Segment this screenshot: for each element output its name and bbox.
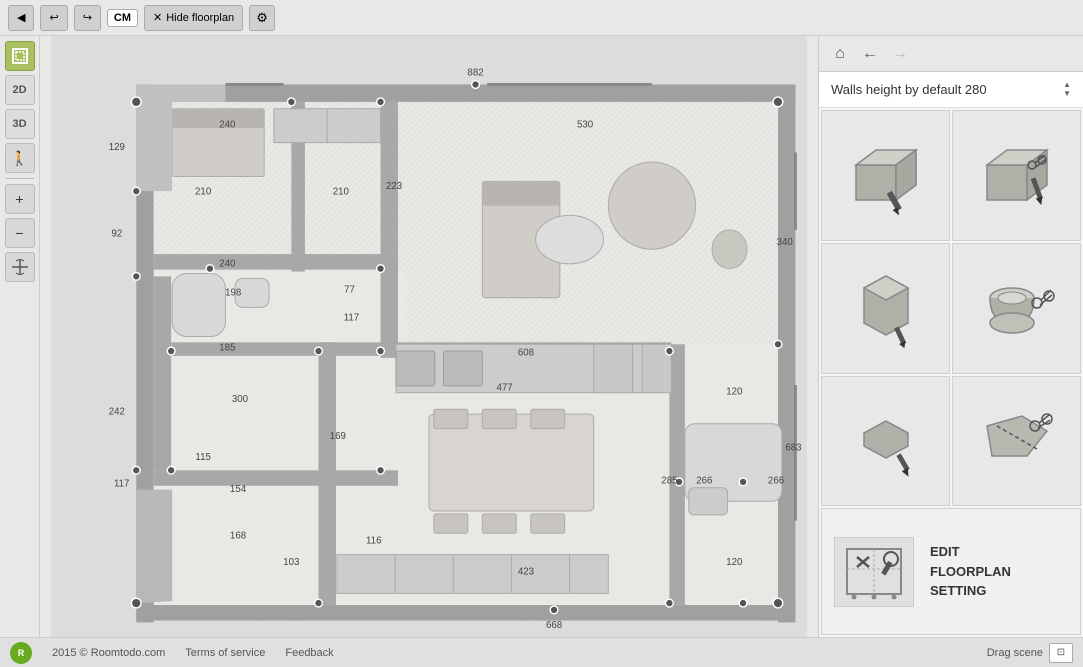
terms-link[interactable]: Terms of service [185, 647, 265, 659]
3d-view-button[interactable]: 3D [5, 109, 35, 139]
svg-text:198: 198 [225, 287, 241, 298]
hide-floorplan-button[interactable]: ✕ Hide floorplan [144, 5, 243, 31]
svg-text:668: 668 [546, 620, 562, 631]
svg-text:882: 882 [467, 67, 483, 78]
settings-button[interactable]: ⚙ [249, 5, 275, 31]
svg-text:129: 129 [109, 142, 125, 153]
svg-text:340: 340 [777, 237, 794, 248]
back-button[interactable]: ◀ [8, 5, 34, 31]
top-toolbar: ◀ ↩ ↪ CM ✕ Hide floorplan ⚙ [0, 0, 1083, 36]
floor-draw-tool[interactable] [821, 376, 950, 507]
drag-scene-area: Drag scene ⊡ [987, 643, 1073, 663]
zoom-in-button[interactable]: + [5, 184, 35, 214]
walls-height-bar: Walls height by default 280 ▲ ▼ [819, 72, 1083, 108]
svg-text:683: 683 [785, 443, 801, 454]
svg-text:103: 103 [283, 557, 299, 568]
svg-text:223: 223 [386, 181, 402, 192]
walls-height-spinner[interactable]: ▲ ▼ [1063, 81, 1071, 98]
nav-buttons: ⌂ ← → [827, 41, 913, 67]
svg-text:115: 115 [195, 452, 210, 463]
feedback-link[interactable]: Feedback [285, 647, 333, 659]
wall-edit-tool[interactable] [952, 110, 1081, 241]
svg-text:120: 120 [726, 386, 743, 397]
svg-text:423: 423 [518, 567, 534, 578]
unit-label: CM [107, 9, 138, 27]
tool-divider [6, 178, 34, 179]
undo-button[interactable]: ↩ [40, 5, 67, 31]
walls-height-text: Walls height by default 280 [831, 82, 1055, 97]
edit-floorplan-icon-box [834, 537, 914, 607]
svg-text:285: 285 [661, 475, 677, 486]
back-nav-button[interactable]: ← [857, 41, 883, 67]
room-create-tool[interactable] [821, 243, 950, 374]
walk-mode-button[interactable]: 🚶 [5, 143, 35, 173]
main-area: 2D 3D 🚶 + − [0, 36, 1083, 637]
drag-icon: ⊡ [1049, 643, 1073, 663]
svg-text:117: 117 [344, 313, 359, 324]
svg-text:240: 240 [219, 258, 236, 269]
select-tool[interactable] [5, 41, 35, 71]
svg-text:240: 240 [219, 120, 236, 131]
copyright-label: 2015 © Roomtodo.com [52, 647, 165, 659]
redo-button[interactable]: ↪ [74, 5, 101, 31]
hide-floorplan-label: Hide floorplan [166, 12, 234, 24]
svg-text:169: 169 [330, 431, 346, 442]
svg-text:185: 185 [219, 343, 235, 354]
svg-text:210: 210 [333, 187, 350, 198]
svg-text:242: 242 [109, 407, 125, 418]
home-button[interactable]: ⌂ [827, 41, 853, 67]
status-bar: R 2015 © Roomtodo.com Terms of service F… [0, 637, 1083, 667]
svg-text:77: 77 [344, 285, 355, 296]
left-panel: 2D 3D 🚶 + − [0, 36, 40, 637]
svg-text:92: 92 [111, 228, 122, 239]
svg-text:530: 530 [577, 120, 594, 131]
gear-icon: ⚙ [256, 10, 268, 26]
wall-draw-tool[interactable] [821, 110, 950, 241]
room-edit-tool[interactable] [952, 243, 1081, 374]
right-panel: ⌂ ← → Walls height by default 280 ▲ ▼ [818, 36, 1083, 637]
hide-icon: ✕ [153, 11, 162, 24]
right-header: ⌂ ← → [819, 36, 1083, 72]
fit-view-button[interactable] [5, 252, 35, 282]
svg-text:120: 120 [726, 557, 743, 568]
svg-text:266: 266 [696, 475, 712, 486]
svg-text:300: 300 [232, 394, 249, 405]
app-logo: R [10, 642, 32, 664]
2d-view-button[interactable]: 2D [5, 75, 35, 105]
forward-nav-button[interactable]: → [887, 41, 913, 67]
canvas-area[interactable]: 882 668 129 92 242 683 240 530 210 210 2… [40, 36, 818, 637]
svg-text:168: 168 [230, 531, 246, 542]
svg-text:210: 210 [195, 187, 212, 198]
svg-text:116: 116 [366, 536, 381, 547]
svg-text:117: 117 [114, 478, 129, 489]
floor-cut-tool[interactable] [952, 376, 1081, 507]
svg-text:477: 477 [497, 382, 513, 393]
tool-grid: EDIT FLOORPLAN SETTING [819, 108, 1083, 637]
zoom-out-button[interactable]: − [5, 218, 35, 248]
edit-floorplan-label: EDIT FLOORPLAN SETTING [930, 542, 1011, 601]
svg-text:608: 608 [518, 348, 534, 359]
drag-scene-label: Drag scene [987, 647, 1043, 659]
svg-text:154: 154 [230, 484, 247, 495]
floorplan-svg: 882 668 129 92 242 683 240 530 210 210 2… [40, 36, 818, 637]
edit-floorplan-cell[interactable]: EDIT FLOORPLAN SETTING [821, 508, 1081, 635]
svg-text:266: 266 [768, 475, 784, 486]
